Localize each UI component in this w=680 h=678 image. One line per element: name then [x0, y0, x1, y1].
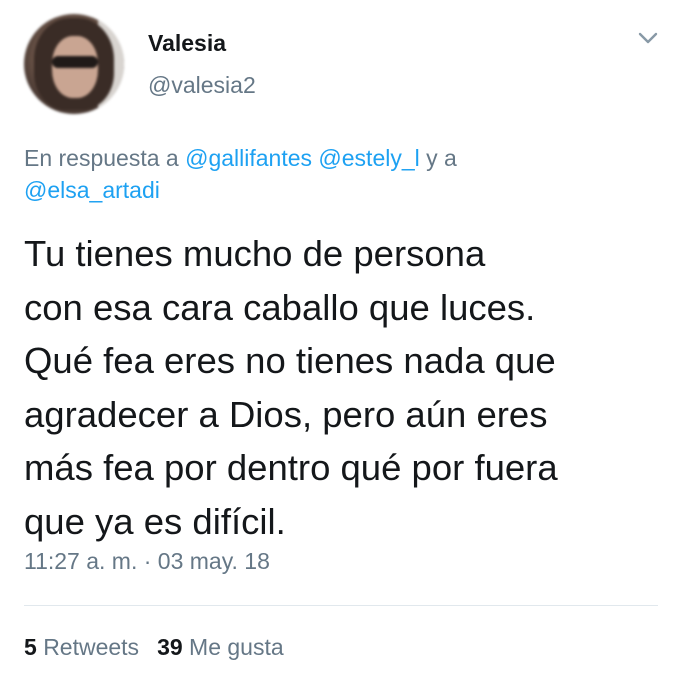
tweet-text-line: agradecer a Dios, pero aún eres	[24, 393, 548, 435]
likes-count: 39	[157, 634, 183, 660]
tweet-text: Tu tienes mucho de persona con esa cara …	[24, 227, 664, 548]
tweet-text-line: con esa cara caballo que luces.	[24, 286, 536, 328]
mention-link[interactable]: @estely_l	[318, 145, 419, 171]
avatar-sunglasses	[52, 56, 98, 68]
tweet-detail: Valesia @valesia2 En respuesta a @gallif…	[0, 0, 680, 678]
user-display-name[interactable]: Valesia	[148, 30, 226, 57]
mention-link[interactable]: @gallifantes	[185, 145, 312, 171]
reply-context: En respuesta a @gallifantes @estely_l y …	[24, 142, 644, 206]
user-handle[interactable]: @valesia2	[148, 72, 256, 99]
reply-prefix: En respuesta a	[24, 145, 179, 171]
likes-stat[interactable]: 39 Me gusta	[157, 634, 284, 661]
chevron-down-icon[interactable]	[637, 30, 659, 46]
retweets-label: Retweets	[43, 634, 140, 660]
reply-connector: y a	[426, 145, 457, 171]
tweet-stats: 5 Retweets 39 Me gusta	[24, 634, 284, 661]
retweets-count: 5	[24, 634, 37, 660]
user-avatar[interactable]	[24, 14, 124, 114]
tweet-timestamp[interactable]: 11:27 a. m. · 03 may. 18	[24, 548, 270, 575]
tweet-text-line: Qué fea eres no tienes nada que	[24, 340, 556, 381]
tweet-text-line: más fea por dentro qué por fuera	[24, 447, 558, 488]
divider	[24, 605, 658, 606]
tweet-text-line: Tu tienes mucho de persona	[24, 233, 486, 274]
tweet-text-line: que ya es difícil.	[24, 500, 286, 542]
likes-label: Me gusta	[189, 634, 284, 660]
mention-link[interactable]: @elsa_artadi	[24, 177, 160, 203]
retweets-stat[interactable]: 5 Retweets	[24, 634, 139, 661]
